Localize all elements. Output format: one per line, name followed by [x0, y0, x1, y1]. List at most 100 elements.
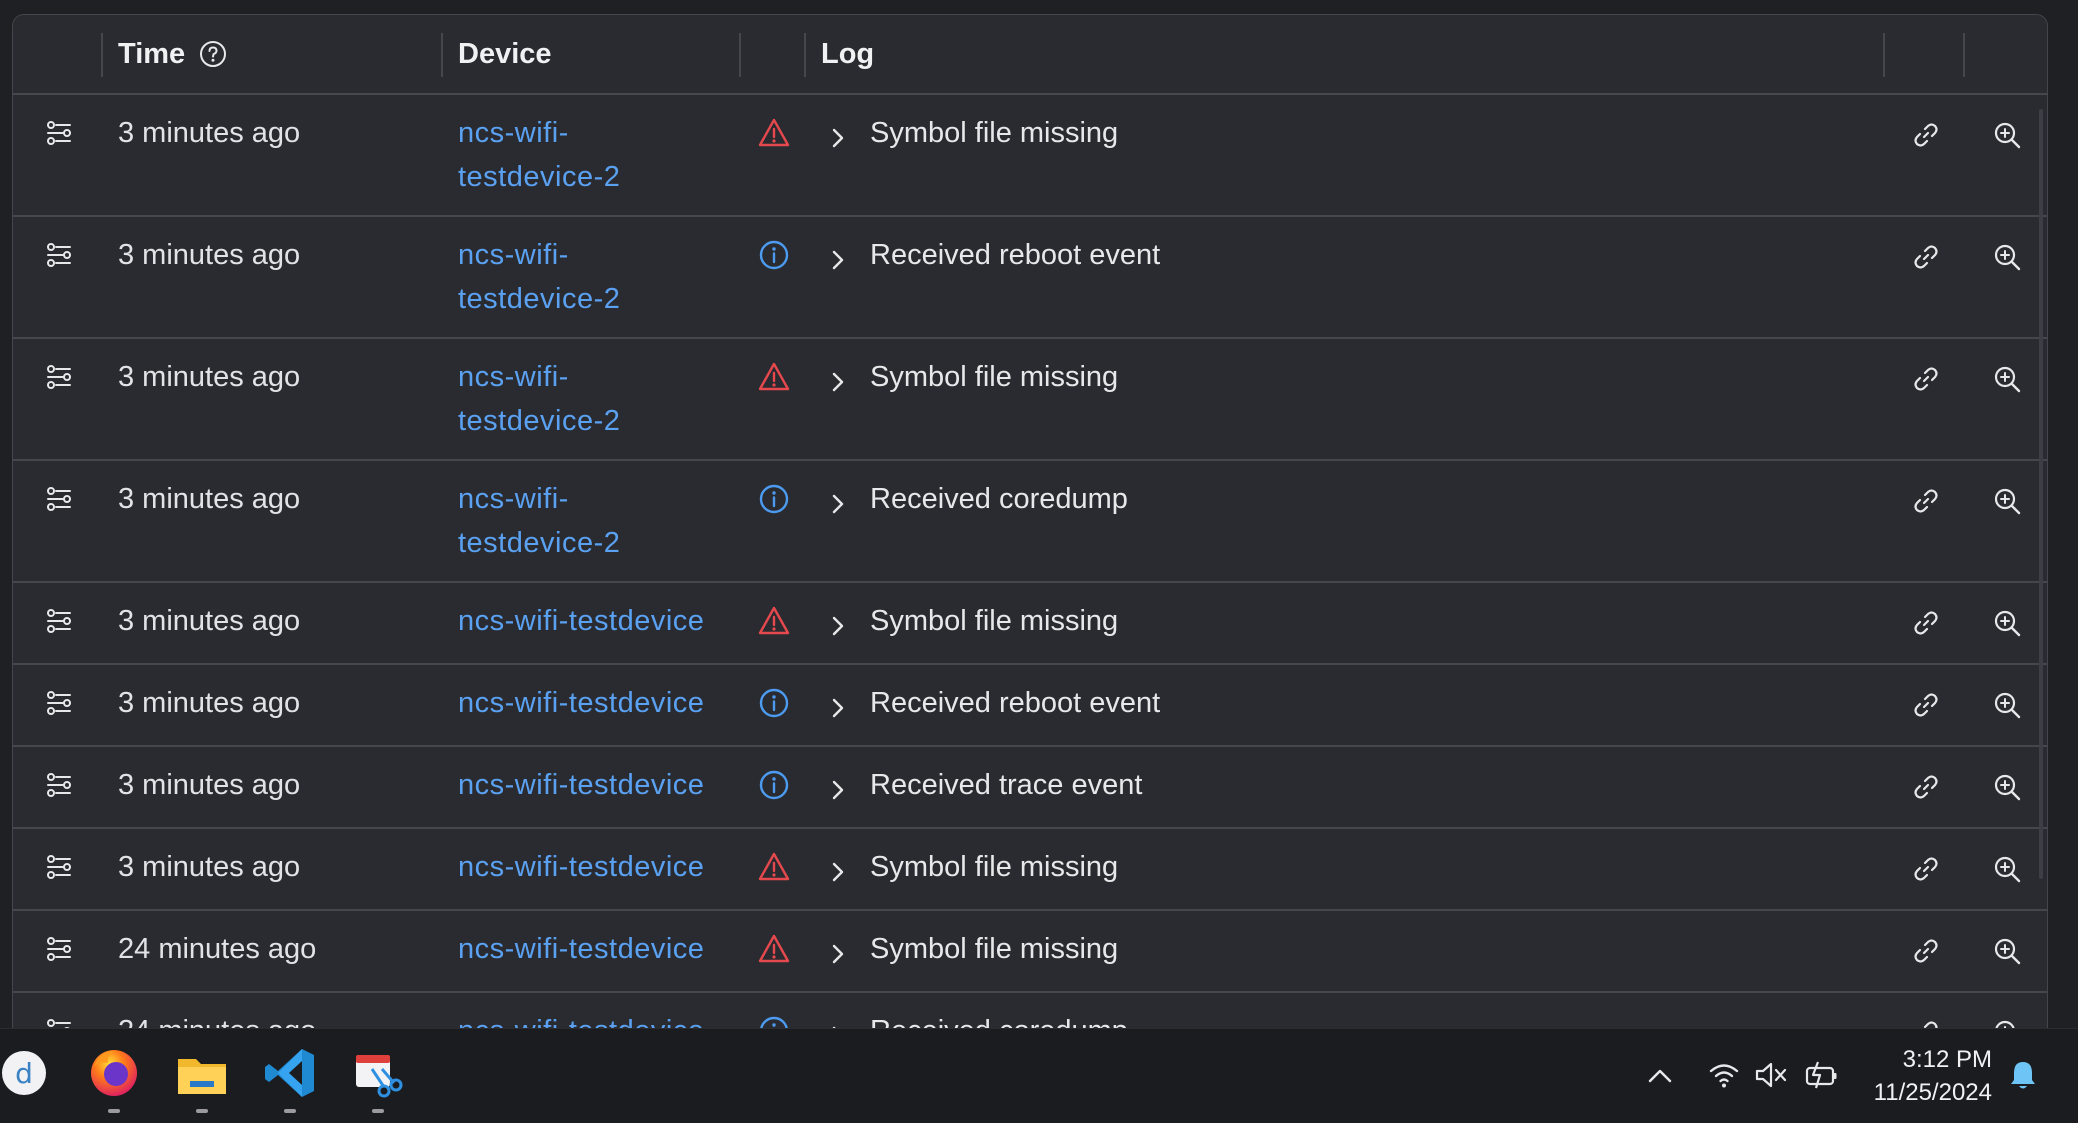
device-link[interactable]: ncs-wifi-testdevice [458, 927, 748, 971]
device-link[interactable]: ncs-wifi-testdevice [458, 763, 748, 807]
table-row[interactable]: 3 minutes ago ncs-wifi- testdevice-2 Sym… [13, 339, 2047, 461]
column-divider[interactable] [101, 33, 103, 77]
running-indicator [196, 1109, 208, 1113]
volume-muted-icon[interactable] [1754, 1061, 1788, 1089]
expand-details-icon[interactable] [43, 933, 75, 965]
warning-icon [757, 850, 791, 884]
device-name-line: ncs-wifi-testdevice [458, 687, 705, 719]
expand-details-icon[interactable] [43, 117, 75, 149]
expand-details-icon[interactable] [43, 605, 75, 637]
chevron-right-icon[interactable] [825, 772, 851, 800]
zoom-in-icon[interactable] [1992, 607, 2022, 637]
expand-details-icon[interactable] [43, 239, 75, 271]
column-divider[interactable] [804, 33, 806, 77]
device-link[interactable]: ncs-wifi-testdevice [458, 599, 748, 643]
zoom-in-icon[interactable] [1992, 771, 2022, 801]
snipping-tool-icon[interactable] [348, 1043, 408, 1103]
expand-details-icon[interactable] [43, 851, 75, 883]
device-name-line: ncs-wifi- [458, 239, 569, 271]
table-row[interactable]: 3 minutes ago ncs-wifi- testdevice-2 Sym… [13, 95, 2047, 217]
header-device[interactable]: Device [458, 15, 552, 93]
chevron-right-icon[interactable] [825, 690, 851, 718]
event-time: 3 minutes ago [118, 851, 301, 883]
zoom-in-icon[interactable] [1992, 935, 2022, 965]
expand-details-icon[interactable] [43, 769, 75, 801]
link-icon[interactable] [1911, 363, 1941, 393]
link-icon[interactable] [1911, 689, 1941, 719]
table-row[interactable]: 3 minutes ago ncs-wifi-testdevice Symbol… [13, 583, 2047, 665]
expand-details-icon[interactable] [43, 687, 75, 719]
device-name-line: testdevice-2 [458, 283, 621, 315]
link-icon[interactable] [1911, 935, 1941, 965]
d-app-icon[interactable]: d [0, 1043, 60, 1103]
chevron-right-icon[interactable] [825, 120, 851, 148]
device-name-line: ncs-wifi-testdevice [458, 851, 705, 883]
chevron-right-icon[interactable] [825, 608, 851, 636]
column-divider[interactable] [1963, 33, 1965, 77]
zoom-in-icon[interactable] [1992, 363, 2022, 393]
chevron-up-icon[interactable] [1646, 1065, 1674, 1085]
event-time: 3 minutes ago [118, 239, 301, 271]
expand-details-icon[interactable] [43, 483, 75, 515]
device-link[interactable]: ncs-wifi- testdevice-2 [458, 233, 748, 321]
header-device-label: Device [458, 37, 552, 70]
header-time[interactable]: Time [118, 15, 227, 93]
zoom-in-icon[interactable] [1992, 119, 2022, 149]
link-icon[interactable] [1911, 119, 1941, 149]
device-name-line: ncs-wifi-testdevice [458, 769, 705, 801]
event-time: 3 minutes ago [118, 769, 301, 801]
info-icon [757, 686, 791, 720]
running-indicator [284, 1109, 296, 1113]
column-divider[interactable] [739, 33, 741, 77]
column-divider[interactable] [441, 33, 443, 77]
table-row[interactable]: 3 minutes ago ncs-wifi-testdevice Symbol… [13, 829, 2047, 911]
link-icon[interactable] [1911, 853, 1941, 883]
device-name-line: ncs-wifi- [458, 117, 569, 149]
header-log[interactable]: Log [821, 15, 874, 93]
table-row[interactable]: 3 minutes ago ncs-wifi-testdevice Receiv… [13, 747, 2047, 829]
table-row[interactable]: 24 minutes ago ncs-wifi-testdevice Symbo… [13, 911, 2047, 993]
device-link[interactable]: ncs-wifi- testdevice-2 [458, 477, 748, 565]
zoom-in-icon[interactable] [1992, 485, 2022, 515]
device-link[interactable]: ncs-wifi- testdevice-2 [458, 355, 748, 443]
device-link[interactable]: ncs-wifi-testdevice [458, 845, 748, 889]
log-message: Received coredump [870, 483, 1128, 515]
table-row[interactable]: 3 minutes ago ncs-wifi-testdevice Receiv… [13, 665, 2047, 747]
vertical-scrollbar[interactable] [2039, 109, 2043, 879]
log-message: Symbol file missing [870, 361, 1119, 393]
device-link[interactable]: ncs-wifi- testdevice-2 [458, 111, 748, 199]
header-log-label: Log [821, 37, 875, 70]
log-message: Received trace event [870, 769, 1143, 801]
system-clock[interactable]: 3:12 PM 11/25/2024 [1874, 1043, 1992, 1109]
battery-charging-icon[interactable] [1804, 1059, 1838, 1091]
file-explorer-icon[interactable] [172, 1043, 232, 1103]
svg-text:d: d [15, 1057, 33, 1090]
zoom-in-icon[interactable] [1992, 241, 2022, 271]
event-log-table: Time Device Log 3 minutes ago ncs-wifi- … [12, 14, 2048, 1116]
table-row[interactable]: 3 minutes ago ncs-wifi- testdevice-2 Rec… [13, 461, 2047, 583]
link-icon[interactable] [1911, 485, 1941, 515]
running-indicator [372, 1109, 384, 1113]
chevron-right-icon[interactable] [825, 364, 851, 392]
help-icon[interactable] [199, 40, 227, 68]
zoom-in-icon[interactable] [1992, 853, 2022, 883]
vscode-icon[interactable] [260, 1043, 320, 1103]
chevron-right-icon[interactable] [825, 486, 851, 514]
wifi-icon[interactable] [1708, 1061, 1740, 1089]
link-icon[interactable] [1911, 607, 1941, 637]
firefox-icon[interactable] [84, 1043, 144, 1103]
zoom-in-icon[interactable] [1992, 689, 2022, 719]
column-divider[interactable] [1883, 33, 1885, 77]
event-time: 3 minutes ago [118, 117, 301, 149]
event-time: 3 minutes ago [118, 483, 301, 515]
link-icon[interactable] [1911, 771, 1941, 801]
notification-bell-icon[interactable] [2008, 1059, 2038, 1093]
device-link[interactable]: ncs-wifi-testdevice [458, 681, 748, 725]
table-row[interactable]: 3 minutes ago ncs-wifi- testdevice-2 Rec… [13, 217, 2047, 339]
link-icon[interactable] [1911, 241, 1941, 271]
expand-details-icon[interactable] [43, 361, 75, 393]
chevron-right-icon[interactable] [825, 242, 851, 270]
chevron-right-icon[interactable] [825, 936, 851, 964]
chevron-right-icon[interactable] [825, 854, 851, 882]
log-message: Received reboot event [870, 687, 1161, 719]
